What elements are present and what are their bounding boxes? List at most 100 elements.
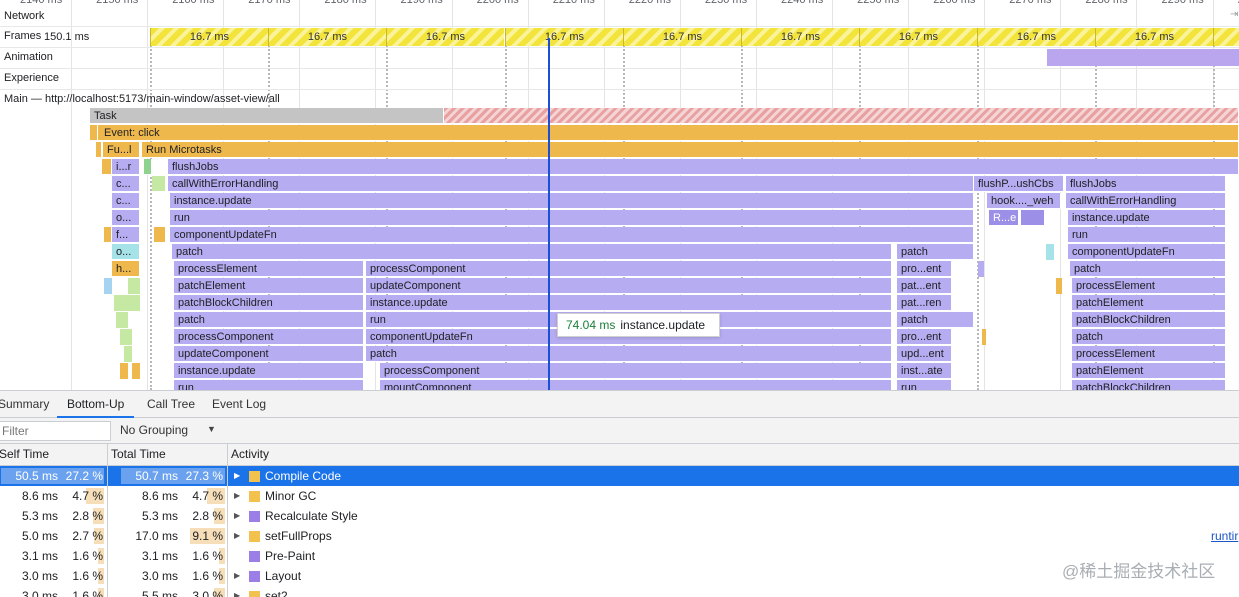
flame-run[interactable]: run	[170, 210, 974, 226]
flame-f1[interactable]: f...	[112, 227, 140, 243]
source-link[interactable]: runtir	[1211, 529, 1238, 543]
flame-col2-block[interactable]: patch	[366, 346, 892, 362]
flame-o2[interactable]: o...	[112, 244, 140, 260]
grouping-select[interactable]: No Grouping	[120, 423, 188, 437]
expand-arrow-icon[interactable]: ▶	[234, 586, 240, 597]
table-row[interactable]: 3.0 ms 1.6 % 5.5 ms 3.0 % ▶ set2	[0, 586, 1239, 597]
flame-col5-block[interactable]: patchBlockChildren	[1072, 312, 1226, 328]
flame-patch-2[interactable]: patch	[174, 312, 364, 328]
flame-col5-block[interactable]: componentUpdateFn	[1068, 244, 1226, 260]
flame-fu[interactable]: Fu...l	[103, 142, 140, 158]
flame-block[interactable]	[90, 125, 98, 141]
flame-col2-block[interactable]: processComponent	[380, 363, 892, 379]
flame-sliver[interactable]	[128, 278, 140, 294]
flame-o1[interactable]: o...	[112, 210, 140, 226]
animation-block[interactable]	[1047, 49, 1239, 66]
flame-col3-block[interactable]: inst...ate	[897, 363, 952, 379]
track-network[interactable]: Network	[4, 10, 44, 22]
chevron-down-icon[interactable]: ▼	[207, 424, 216, 434]
flame-re[interactable]: R...e	[989, 210, 1019, 226]
flame-col5-block[interactable]: patchElement	[1072, 295, 1226, 311]
column-self-time[interactable]: Self Time	[0, 444, 108, 465]
expand-arrow-icon[interactable]: ▶	[234, 526, 240, 546]
flame-col2-block[interactable]: processComponent	[366, 261, 892, 277]
tab-event-log[interactable]: Event Log	[212, 391, 266, 418]
flame-col3-block[interactable]: run	[897, 380, 952, 390]
flame-sliver[interactable]	[114, 295, 140, 311]
flame-col5-block[interactable]: patchBlockChildren	[1072, 380, 1226, 390]
flame-sliver[interactable]	[982, 329, 986, 345]
flame-col5-block[interactable]: callWithErrorHandling	[1066, 193, 1226, 209]
flame-sliver[interactable]	[1056, 278, 1062, 294]
frame-block[interactable]	[1213, 28, 1239, 46]
flame-col5-block[interactable]: run	[1068, 227, 1226, 243]
table-row[interactable]: 3.1 ms 1.6 % 3.1 ms 1.6 % Pre-Paint	[0, 546, 1239, 566]
flame-col3-block[interactable]: upd...ent	[897, 346, 952, 362]
expand-arrow-icon[interactable]: ▶	[234, 566, 240, 586]
expand-arrow-icon[interactable]: ▶	[234, 466, 240, 486]
flame-col3-block[interactable]: pat...ren	[897, 295, 952, 311]
flame-instance-update-2[interactable]: instance.update	[174, 363, 364, 379]
flame-patchelement[interactable]: patchElement	[174, 278, 364, 294]
frame-block[interactable]: 16.7 ms	[859, 28, 977, 46]
flame-block[interactable]	[152, 176, 166, 192]
flame-col2-block[interactable]: updateComponent	[366, 278, 892, 294]
flame-col5-block[interactable]: patchElement	[1072, 363, 1226, 379]
flame-col5-block[interactable]: instance.update	[1068, 210, 1226, 226]
flame-updatecomponent[interactable]: updateComponent	[174, 346, 364, 362]
flame-sliver[interactable]	[978, 261, 984, 277]
expand-arrow-icon[interactable]: ▶	[234, 506, 240, 526]
flame-c1[interactable]: c...	[112, 176, 140, 192]
flame-patch[interactable]: patch	[172, 244, 892, 260]
track-animation[interactable]: Animation	[4, 51, 53, 63]
frame-block[interactable]: 16.7 ms	[623, 28, 741, 46]
frame-block[interactable]: 16.7 ms	[741, 28, 859, 46]
flame-callwitherrorhandling[interactable]: callWithErrorHandling	[168, 176, 974, 192]
flame-col3-block[interactable]: patch	[897, 244, 974, 260]
table-row[interactable]: 5.3 ms 2.8 % 5.3 ms 2.8 % ▶ Recalculate Style	[0, 506, 1239, 526]
flame-sliver[interactable]	[1046, 244, 1054, 260]
flame-ir[interactable]: i...r	[112, 159, 140, 175]
flame-event-click[interactable]: Event: click	[98, 125, 1239, 141]
flame-flushp[interactable]: flushP...ushCbs	[974, 176, 1064, 192]
expand-icon[interactable]: ⇥	[1230, 9, 1238, 20]
filter-input[interactable]	[0, 421, 111, 441]
table-row[interactable]: 50.5 ms 27.2 % 50.7 ms 27.3 % ▶ Compile Code	[0, 466, 1239, 486]
flame-c2[interactable]: c...	[112, 193, 140, 209]
flame-sliver[interactable]	[132, 363, 140, 379]
flame-block[interactable]	[144, 159, 152, 175]
flame-task[interactable]: Task	[90, 108, 444, 124]
flame-col5-block[interactable]: patch	[1070, 261, 1226, 277]
flame-componentupdatefn[interactable]: componentUpdateFn	[170, 227, 974, 243]
track-frames[interactable]: Frames	[4, 30, 41, 42]
flame-sliver[interactable]	[104, 278, 112, 294]
flame-block[interactable]	[154, 227, 166, 243]
table-row[interactable]: 3.0 ms 1.6 % 3.0 ms 1.6 % ▶ Layout	[0, 566, 1239, 586]
timeline-cursor[interactable]	[548, 38, 550, 390]
tab-call-tree[interactable]: Call Tree	[147, 391, 195, 418]
flame-col5-block[interactable]: patch	[1072, 329, 1226, 345]
flame-block[interactable]	[102, 159, 112, 175]
flame-instance-update[interactable]: instance.update	[170, 193, 974, 209]
flame-sliver[interactable]	[124, 346, 132, 362]
column-total-time[interactable]: Total Time	[108, 444, 228, 465]
track-main[interactable]: Main — http://localhost:5173/main-window…	[4, 93, 280, 105]
flame-col3-block[interactable]: pro...ent	[897, 329, 952, 345]
flame-col5-block[interactable]: processElement	[1072, 278, 1226, 294]
flame-col5-block[interactable]: flushJobs	[1066, 176, 1226, 192]
flame-processcomponent[interactable]: processComponent	[174, 329, 364, 345]
flame-col3-block[interactable]: pro...ent	[897, 261, 952, 277]
frame-block[interactable]: 16.7 ms	[150, 28, 268, 46]
expand-arrow-icon[interactable]: ▶	[234, 486, 240, 506]
frame-block[interactable]: 16.7 ms	[386, 28, 504, 46]
flame-flushjobs[interactable]: flushJobs	[168, 159, 1239, 175]
flame-col3-block[interactable]: patch	[897, 312, 974, 328]
flame-hook[interactable]: hook...._weh	[987, 193, 1061, 209]
flame-sliver[interactable]	[116, 312, 128, 328]
table-row[interactable]: 8.6 ms 4.7 % 8.6 ms 4.7 % ▶ Minor GC	[0, 486, 1239, 506]
track-experience[interactable]: Experience	[4, 72, 59, 84]
flame-sliver[interactable]	[120, 363, 128, 379]
frame-block[interactable]: 16.7 ms	[505, 28, 623, 46]
table-row[interactable]: 5.0 ms 2.7 % 17.0 ms 9.1 % ▶ setFullProps	[0, 526, 1239, 546]
tab-bottom-up[interactable]: Bottom-Up	[57, 391, 135, 418]
